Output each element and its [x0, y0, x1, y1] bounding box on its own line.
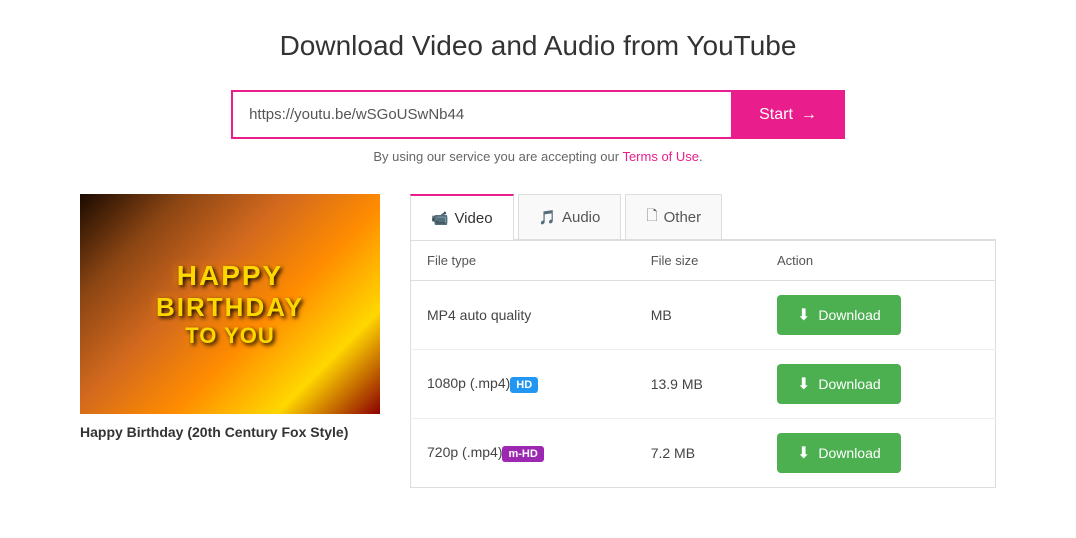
terms-text: By using our service you are accepting o… — [80, 149, 996, 164]
quality-badge: m-HD — [502, 446, 543, 462]
terms-link[interactable]: Terms of Use — [622, 149, 699, 164]
file-type-cell: 1080p (.mp4)HD — [411, 350, 635, 419]
table-row: 1080p (.mp4)HD13.9 MB ⬇ Download — [411, 350, 996, 419]
thumbnail-section: HAPPY BIRTHDAY TO YOU Happy Birthday (20… — [80, 194, 380, 440]
table-row: 720p (.mp4)m-HD7.2 MB ⬇ Download — [411, 419, 996, 488]
tabs-container: 📹 Video 🎵 Audio 🗋 Other — [410, 194, 996, 240]
col-file-type: File type — [411, 241, 635, 281]
start-button[interactable]: Start → — [731, 90, 845, 139]
action-cell: ⬇ Download — [761, 350, 996, 419]
file-size-cell: 13.9 MB — [635, 350, 761, 419]
action-cell: ⬇ Download — [761, 419, 996, 488]
search-bar: Start → — [80, 90, 996, 139]
video-thumbnail: HAPPY BIRTHDAY TO YOU — [80, 194, 380, 414]
url-input[interactable] — [231, 90, 731, 139]
quality-badge: HD — [510, 377, 538, 393]
audio-tab-icon: 🎵 — [539, 209, 556, 226]
tab-audio[interactable]: 🎵 Audio — [518, 194, 622, 239]
page-title: Download Video and Audio from YouTube — [80, 30, 996, 62]
download-button[interactable]: ⬇ Download — [777, 295, 901, 335]
col-action: Action — [761, 241, 996, 281]
other-tab-label: Other — [664, 209, 702, 226]
arrow-icon: → — [801, 106, 817, 124]
download-icon: ⬇ — [797, 443, 810, 463]
file-size-cell: MB — [635, 281, 761, 350]
download-button[interactable]: ⬇ Download — [777, 364, 901, 404]
start-label: Start — [759, 106, 793, 124]
download-label: Download — [818, 376, 880, 392]
download-icon: ⬇ — [797, 374, 810, 394]
download-section: 📹 Video 🎵 Audio 🗋 Other File type File s… — [410, 194, 996, 488]
action-cell: ⬇ Download — [761, 281, 996, 350]
download-table: File type File size Action MP4 auto qual… — [410, 240, 996, 488]
col-file-size: File size — [635, 241, 761, 281]
video-tab-label: Video — [454, 210, 492, 227]
other-tab-icon: 🗋 — [646, 205, 657, 229]
file-type-cell: MP4 auto quality — [411, 281, 635, 350]
audio-tab-label: Audio — [562, 209, 600, 226]
video-tab-icon: 📹 — [431, 210, 448, 227]
download-label: Download — [818, 307, 880, 323]
download-icon: ⬇ — [797, 305, 810, 325]
table-row: MP4 auto qualityMB ⬇ Download — [411, 281, 996, 350]
download-label: Download — [818, 445, 880, 461]
content-area: HAPPY BIRTHDAY TO YOU Happy Birthday (20… — [80, 194, 996, 488]
download-button[interactable]: ⬇ Download — [777, 433, 901, 473]
video-caption: Happy Birthday (20th Century Fox Style) — [80, 424, 380, 440]
file-type-cell: 720p (.mp4)m-HD — [411, 419, 635, 488]
table-header-row: File type File size Action — [411, 241, 996, 281]
tab-other[interactable]: 🗋 Other — [625, 194, 722, 239]
tab-video[interactable]: 📹 Video — [410, 194, 514, 240]
file-size-cell: 7.2 MB — [635, 419, 761, 488]
